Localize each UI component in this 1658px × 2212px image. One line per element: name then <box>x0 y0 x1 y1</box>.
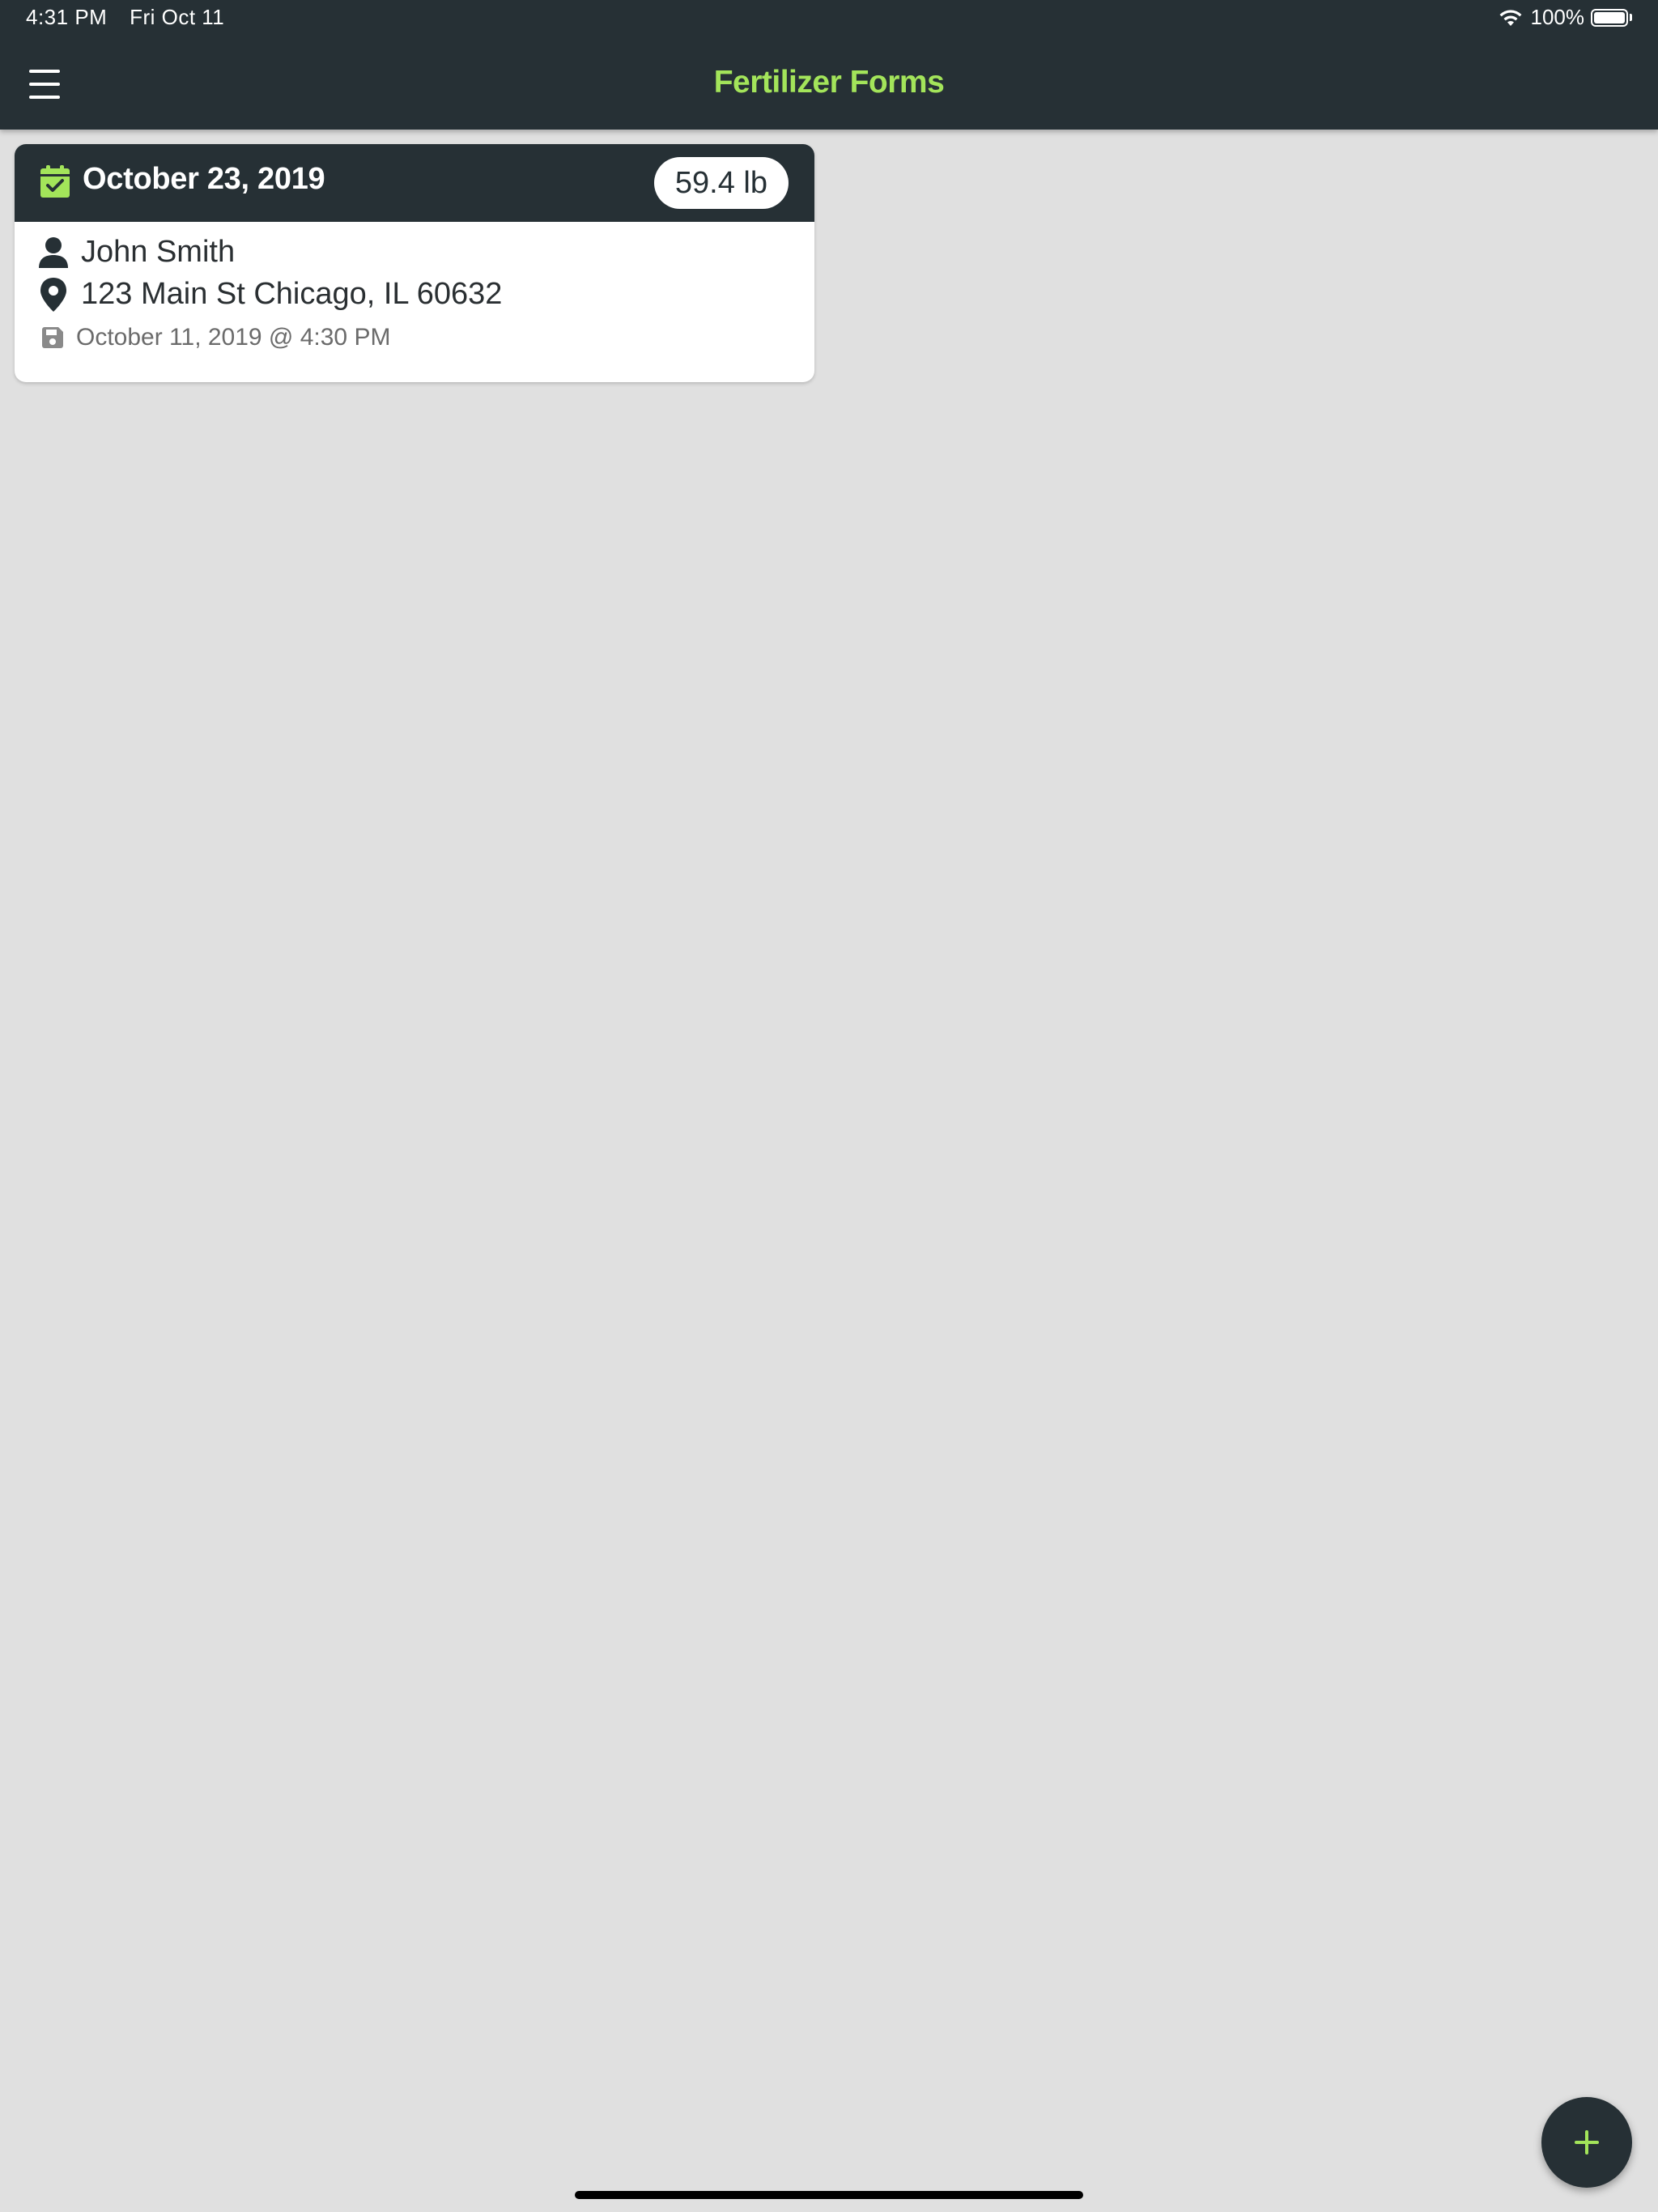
status-bar-left: 4:31 PM Fri Oct 11 <box>26 5 240 30</box>
add-form-button[interactable] <box>1541 2097 1632 2188</box>
weight-badge: 59.4 lb <box>653 157 789 209</box>
battery-icon <box>1591 8 1632 27</box>
status-date: Fri Oct 11 <box>130 5 225 29</box>
status-time: 4:31 PM <box>26 5 108 29</box>
address-row: 123 Main St Chicago, IL 60632 <box>39 277 502 312</box>
screen: 4:31 PM Fri Oct 11 100% Fertilizer Forms <box>0 0 1658 2212</box>
location-pin-icon <box>40 277 66 312</box>
customer-address: 123 Main St Chicago, IL 60632 <box>81 277 503 311</box>
page-title: Fertilizer Forms <box>713 65 945 100</box>
battery-percent: 100% <box>1530 5 1585 29</box>
save-icon <box>42 327 63 348</box>
form-card-header: October 23, 2019 59.4 lb <box>15 144 814 222</box>
form-card[interactable]: October 23, 2019 59.4 lb John Smith 123 … <box>15 144 814 382</box>
status-bar-right: 100% <box>1499 5 1632 30</box>
application-date: October 23, 2019 <box>83 162 325 196</box>
saved-timestamp: October 11, 2019 @ 4:30 PM <box>76 324 391 351</box>
customer-row: John Smith <box>39 235 235 270</box>
app-header: 4:31 PM Fri Oct 11 100% Fertilizer Forms <box>0 0 1658 130</box>
calendar-check-icon <box>40 165 70 198</box>
wifi-icon <box>1499 9 1521 26</box>
person-icon <box>39 236 68 268</box>
home-indicator[interactable] <box>575 2191 1083 2199</box>
customer-name: John Smith <box>81 235 236 269</box>
saved-row: October 11, 2019 @ 4:30 PM <box>42 324 390 351</box>
plus-icon <box>1575 2130 1599 2155</box>
